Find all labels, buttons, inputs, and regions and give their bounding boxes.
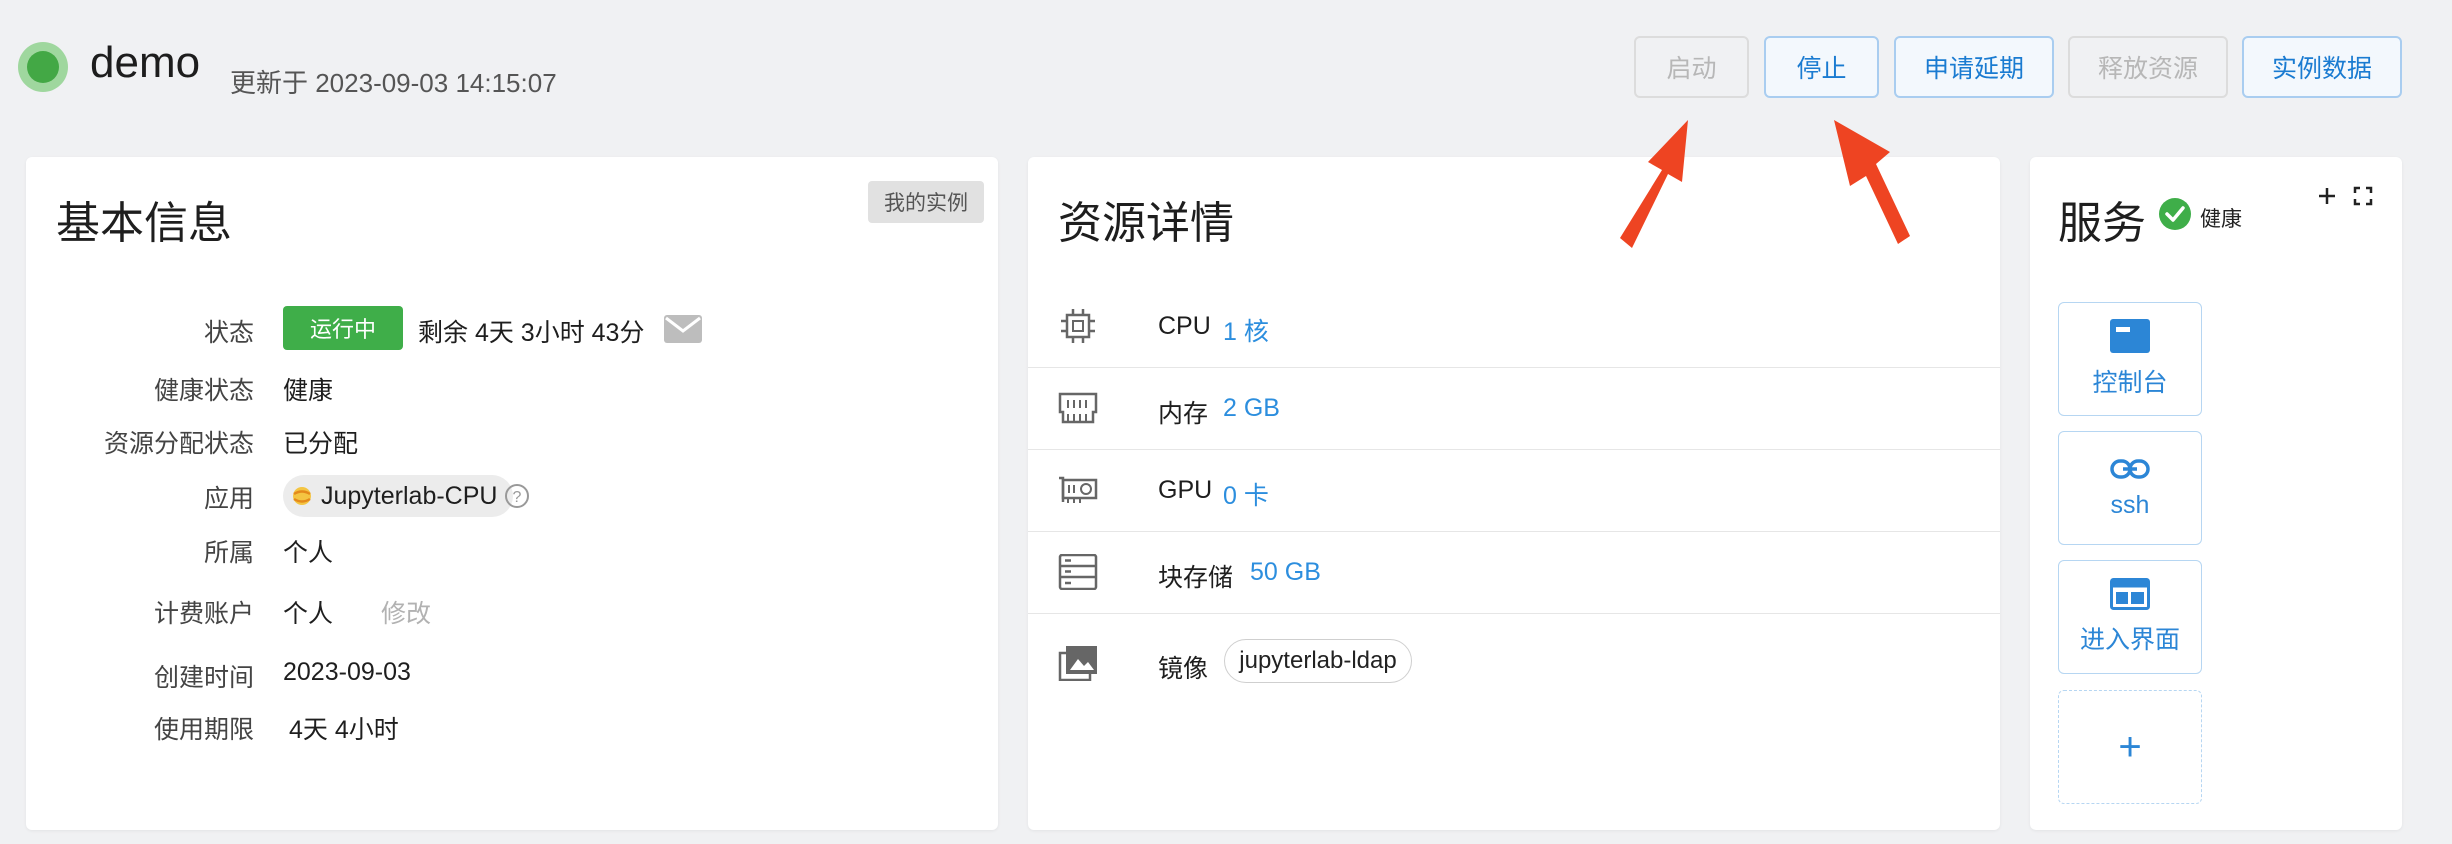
instance-title: demo xyxy=(90,38,201,87)
app-name: Jupyterlab-CPU xyxy=(321,481,498,510)
created-value: 2023-09-03 xyxy=(283,658,411,686)
health-value: 健康 xyxy=(283,377,334,405)
remaining-time: 剩余 4天 3小时 43分 xyxy=(418,319,645,347)
annotation-arrow-start xyxy=(1620,120,1688,248)
gpu-icon xyxy=(1059,476,1098,503)
cpu-row: CPU 1 核 xyxy=(1028,285,2000,368)
service-ssh-label: ssh xyxy=(2110,490,2150,519)
period-value: 4天 4小时 xyxy=(289,716,399,744)
memory-label: 内存 xyxy=(1158,400,1209,428)
updated-timestamp: 更新于 2023-09-03 14:15:07 xyxy=(230,68,557,98)
service-ui-label: 进入界面 xyxy=(2079,626,2180,654)
jupyter-icon xyxy=(293,487,311,505)
disk-value: 50 GB xyxy=(1250,558,1321,586)
start-button[interactable]: 启动 xyxy=(1634,36,1749,98)
gpu-value: 0 卡 xyxy=(1223,482,1269,510)
health-label: 健康状态 xyxy=(153,377,254,405)
instance-data-button[interactable]: 实例数据 xyxy=(2242,36,2402,98)
services-title: 服务 xyxy=(2058,199,2146,248)
period-label: 使用期限 xyxy=(153,716,254,744)
image-label: 镜像 xyxy=(1158,655,1209,683)
mail-icon[interactable] xyxy=(664,315,702,343)
resource-title: 资源详情 xyxy=(1058,199,1234,248)
cpu-value: 1 核 xyxy=(1223,318,1269,346)
cpu-label: CPU xyxy=(1158,312,1211,340)
billing-edit-link[interactable]: 修改 xyxy=(381,594,431,630)
owner-value: 个人 xyxy=(283,539,334,567)
svg-text:?: ? xyxy=(513,489,522,506)
help-icon[interactable]: ? xyxy=(504,483,530,509)
image-icon xyxy=(1058,646,1097,681)
running-badge: 运行中 xyxy=(283,306,403,350)
add-icon[interactable] xyxy=(2316,185,2338,207)
service-ui[interactable]: 进入界面 xyxy=(2058,560,2202,674)
add-service-plus: + xyxy=(2118,724,2142,769)
basic-info-title: 基本信息 xyxy=(56,199,232,248)
app-label: 应用 xyxy=(203,485,254,513)
annotation-arrow-stop xyxy=(1834,120,1910,244)
gpu-label: GPU xyxy=(1158,476,1213,504)
allocation-value: 已分配 xyxy=(283,430,359,458)
billing-label: 计费账户 xyxy=(153,600,254,628)
fullscreen-icon[interactable] xyxy=(2352,185,2374,207)
link-icon xyxy=(2110,458,2150,479)
cpu-icon xyxy=(1061,309,1095,343)
console-icon xyxy=(2110,319,2150,353)
services-card: 服务 健康 控制台 ssh 进入界面 + xyxy=(2030,157,2402,830)
image-chip[interactable]: jupyterlab-ldap xyxy=(1224,639,1412,683)
memory-value: 2 GB xyxy=(1223,394,1280,422)
stop-button[interactable]: 停止 xyxy=(1764,36,1879,98)
allocation-label: 资源分配状态 xyxy=(103,430,254,458)
basic-info-card: 基本信息 我的实例 状态 运行中 剩余 4天 3小时 43分 健康状态 健康 资… xyxy=(26,157,998,830)
gpu-row: GPU 0 卡 xyxy=(1028,449,2000,532)
image-row: 镜像 jupyterlab-ldap xyxy=(1028,613,2000,713)
memory-row: 内存 2 GB xyxy=(1028,367,2000,450)
storage-icon xyxy=(1058,554,1098,590)
status-indicator xyxy=(18,42,68,92)
service-ssh[interactable]: ssh xyxy=(2058,431,2202,545)
extend-button[interactable]: 申请延期 xyxy=(1894,36,2054,98)
disk-label: 块存储 xyxy=(1158,564,1234,592)
service-console[interactable]: 控制台 xyxy=(2058,302,2202,416)
status-label: 状态 xyxy=(203,319,254,347)
created-label: 创建时间 xyxy=(153,664,254,692)
release-button[interactable]: 释放资源 xyxy=(2068,36,2228,98)
app-chip[interactable]: Jupyterlab-CPU xyxy=(283,475,514,517)
add-service-button[interactable]: + xyxy=(2058,690,2202,804)
owner-label: 所属 xyxy=(203,539,254,567)
disk-row: 块存储 50 GB xyxy=(1028,531,2000,614)
memory-icon xyxy=(1058,392,1098,424)
billing-value: 个人 xyxy=(283,600,334,628)
service-console-label: 控制台 xyxy=(2092,369,2168,397)
my-instance-tag: 我的实例 xyxy=(868,181,984,223)
healthy-check-icon xyxy=(2159,198,2191,230)
window-icon xyxy=(2110,578,2150,610)
services-health-text: 健康 xyxy=(2200,208,2242,231)
